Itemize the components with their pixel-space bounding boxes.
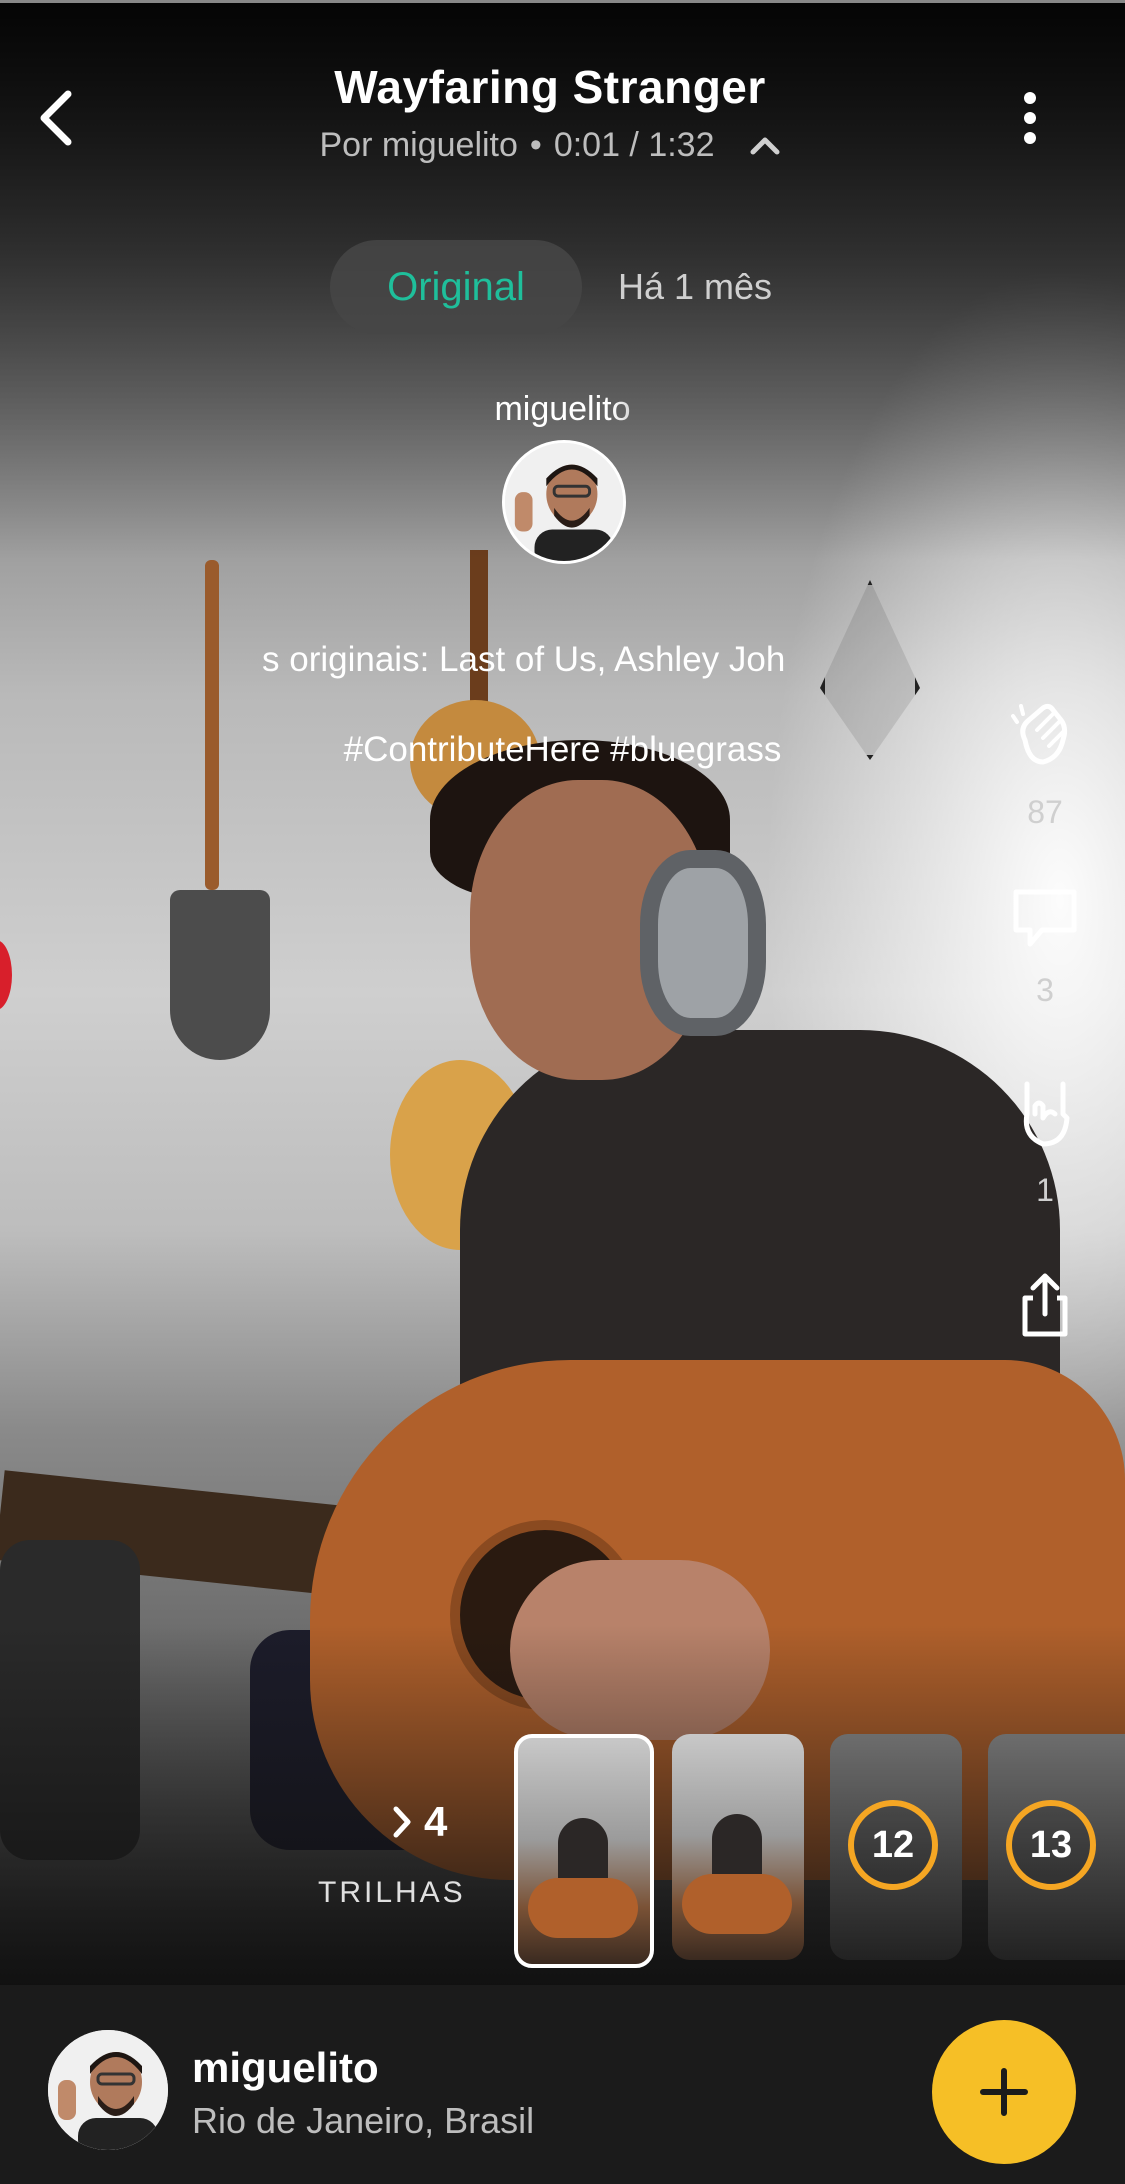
playback-time: 0:01 / 1:32 xyxy=(553,126,715,164)
comment-icon xyxy=(1013,889,1077,947)
tracks-count: 4 xyxy=(424,1798,448,1845)
footer-avatar[interactable] xyxy=(48,2030,168,2150)
track-badge: 13 xyxy=(1006,1800,1096,1890)
applause-action[interactable]: 87 xyxy=(1000,700,1090,831)
chevron-up-icon xyxy=(750,137,779,155)
comment-action[interactable]: 3 xyxy=(1000,886,1090,1009)
vertical-ellipsis-icon xyxy=(1024,92,1036,144)
playback-progress-line xyxy=(0,0,1125,3)
song-subtitle[interactable]: Por miguelito • 0:01 / 1:32 xyxy=(200,126,900,165)
share-icon xyxy=(1022,1273,1068,1337)
avatar[interactable] xyxy=(502,440,626,564)
comment-count: 3 xyxy=(1036,972,1054,1008)
avatar-image xyxy=(505,443,623,561)
shovel-handle xyxy=(205,560,219,890)
avatar-image xyxy=(48,2030,168,2150)
plus-icon xyxy=(980,2068,1028,2116)
track-thumbnail-3[interactable]: 12 xyxy=(830,1734,962,1960)
song-title: Wayfaring Stranger xyxy=(334,61,766,113)
footer-location: Rio de Janeiro, Brasil xyxy=(192,2100,535,2141)
separator-dot: • xyxy=(529,126,542,164)
share-button[interactable] xyxy=(1000,1272,1090,1338)
track-thumbnail-2[interactable] xyxy=(672,1734,804,1960)
applause-count: 87 xyxy=(1027,794,1063,830)
overlay-author-name: miguelito xyxy=(494,390,631,428)
chevron-left-icon xyxy=(40,90,72,146)
headphones xyxy=(640,850,766,1036)
tracks-expand-button[interactable]: 4 xyxy=(390,1798,447,1846)
more-options-button[interactable] xyxy=(1002,86,1058,150)
track-badge: 12 xyxy=(848,1800,938,1890)
description-ticker: s originais: Last of Us, Ashley Joh xyxy=(262,640,786,679)
thumbnail-guitar xyxy=(682,1874,792,1934)
tab-original[interactable]: Original xyxy=(330,240,582,334)
tracks-label: TRILHAS xyxy=(318,1876,466,1909)
rock-count: 1 xyxy=(1036,1172,1054,1208)
track-thumbnail-1[interactable] xyxy=(514,1734,654,1968)
footer-username[interactable]: miguelito xyxy=(192,2044,379,2092)
hashtags[interactable]: #ContributeHere #bluegrass xyxy=(0,730,1125,770)
red-object xyxy=(0,940,12,1010)
rock-hand-icon xyxy=(1023,1081,1070,1147)
back-button[interactable] xyxy=(28,86,84,150)
version-selector: Original Há 1 mês xyxy=(0,240,1125,336)
thumbnail-guitar xyxy=(528,1878,638,1938)
track-thumbnail-4[interactable]: 13 xyxy=(988,1734,1125,1960)
collapse-button[interactable] xyxy=(749,126,781,165)
tab-date[interactable]: Há 1 mês xyxy=(618,240,772,334)
author-credit: Por miguelito xyxy=(319,126,518,164)
add-track-button[interactable] xyxy=(932,2020,1076,2164)
applause-icon xyxy=(1011,703,1068,765)
chevron-right-icon xyxy=(393,1806,411,1838)
screen: Wayfaring Stranger Por miguelito • 0:01 … xyxy=(0,0,1125,2184)
shovel-head xyxy=(170,890,270,1060)
rock-action[interactable]: 1 xyxy=(1000,1078,1090,1209)
